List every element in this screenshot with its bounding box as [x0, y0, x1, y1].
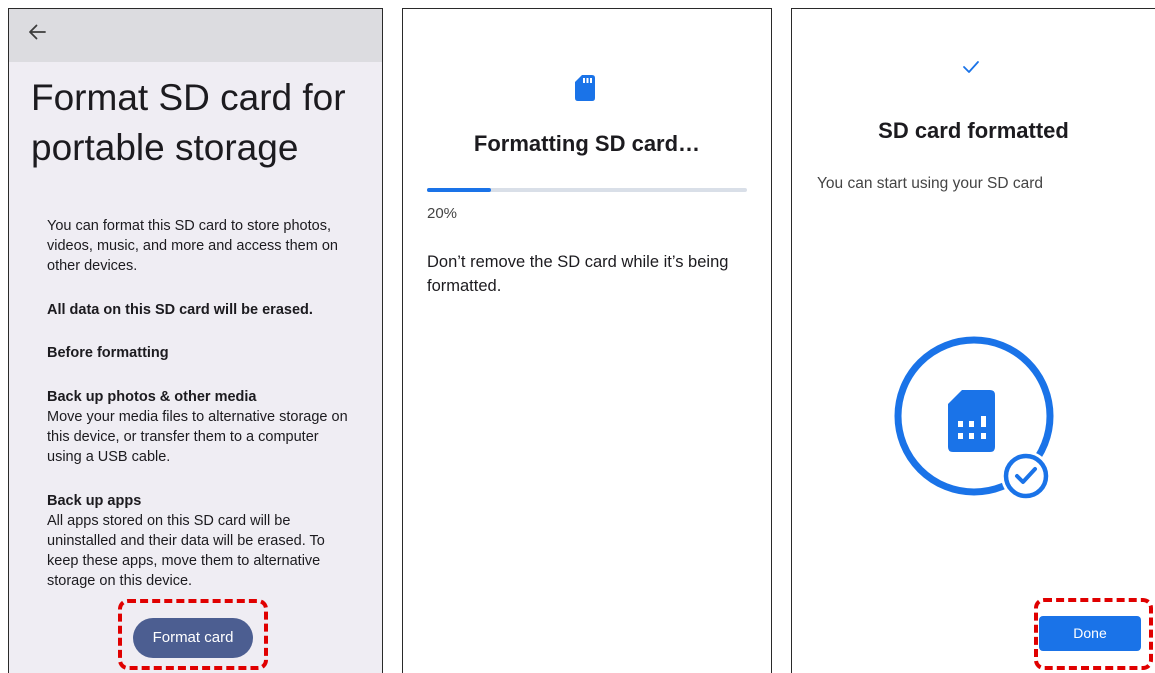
- backup-apps-text: All apps stored on this SD card will be …: [47, 513, 325, 589]
- do-not-remove-message: Don’t remove the SD card while it’s bein…: [427, 253, 729, 295]
- sd-card-icon: [575, 75, 595, 101]
- formatted-subtitle: You can start using your SD card: [817, 175, 1044, 192]
- backup-media-text: Move your media files to alternative sto…: [47, 409, 348, 465]
- formatting-title: Formatting SD card…: [473, 131, 701, 156]
- page-title: Format SD card for portable storage: [31, 77, 346, 168]
- format-sd-screen: Format SD card for portable storage You …: [8, 8, 383, 673]
- backup-media-heading: Back up photos & other media: [47, 389, 257, 405]
- arrow-back-icon[interactable]: [25, 20, 49, 44]
- erase-warning: All data on this SD card will be erased.: [47, 302, 313, 318]
- progress-fill: [427, 188, 491, 192]
- progress-percent: 20%: [427, 205, 458, 222]
- backup-apps-heading: Back up apps: [47, 493, 142, 509]
- done-button[interactable]: Done: [1039, 616, 1141, 651]
- formatted-title: SD card formatted: [878, 118, 1069, 143]
- formatting-progress-screen: Formatting SD card… 20% Don’t remove the…: [402, 8, 772, 673]
- top-app-bar: [9, 9, 382, 62]
- intro-text: You can format this SD card to store pho…: [47, 218, 338, 274]
- check-icon: [963, 61, 979, 73]
- sd-card-check-illustration: [894, 336, 1054, 501]
- format-progress-bar: [427, 188, 747, 192]
- format-complete-screen: SD card formatted You can start using yo…: [791, 8, 1155, 673]
- format-card-button[interactable]: Format card: [133, 618, 253, 658]
- before-formatting-heading: Before formatting: [47, 345, 169, 361]
